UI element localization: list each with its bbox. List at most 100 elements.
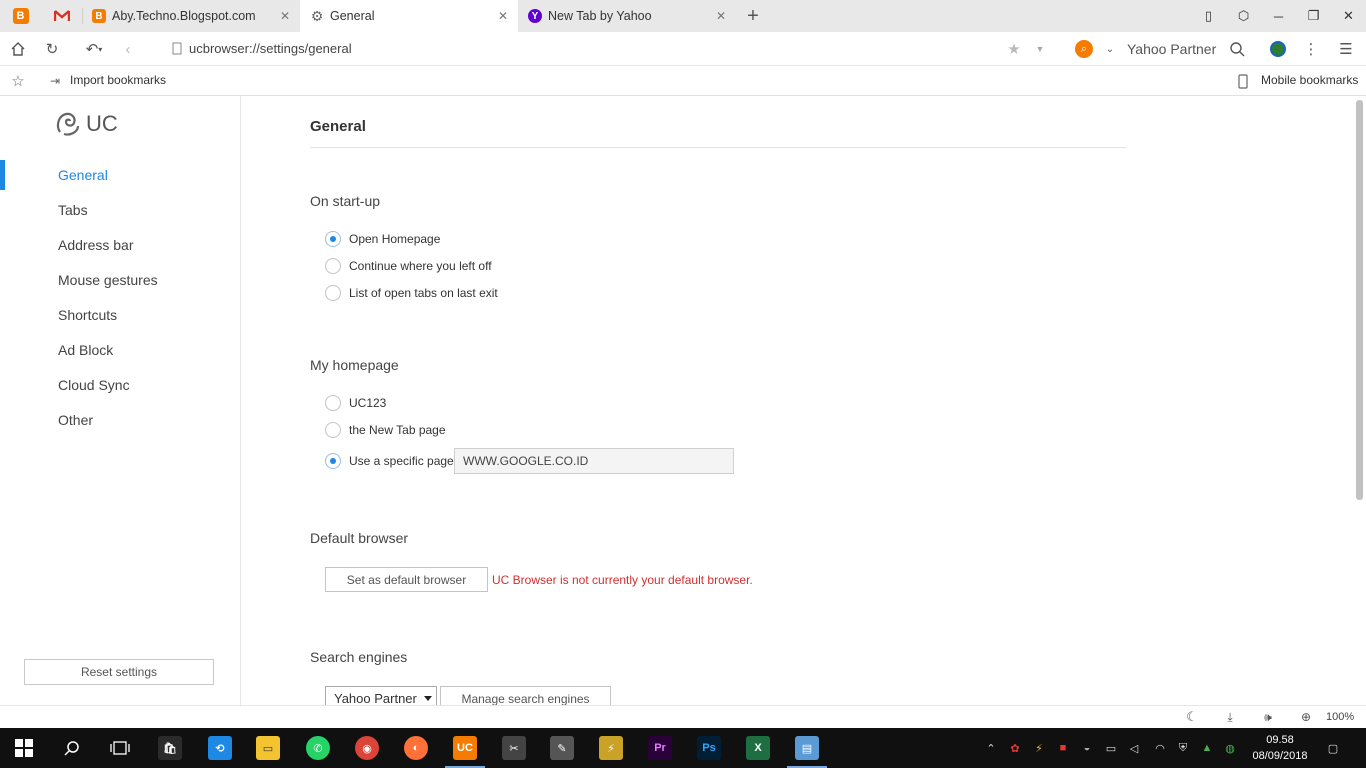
clock[interactable]: 09.58 08/09/2018 <box>1248 732 1312 764</box>
page-info-icon[interactable] <box>172 42 182 55</box>
download-icon[interactable]: ⤓ <box>1220 707 1240 727</box>
page-scrollbar[interactable] <box>1353 96 1366 705</box>
tray-app-icon[interactable]: ■ <box>1055 740 1071 756</box>
radio-button[interactable] <box>325 395 341 411</box>
startup-option-continue[interactable]: Continue where you left off <box>325 258 492 274</box>
notepad-icon[interactable]: ▤ <box>795 736 819 760</box>
extensions-icon[interactable]: ⬡ <box>1226 0 1261 32</box>
bookmark-star-icon[interactable]: ★ <box>1004 39 1024 59</box>
zoom-level[interactable]: 100% <box>1326 711 1354 723</box>
homepage-option-uc123[interactable]: UC123 <box>325 395 386 411</box>
import-bookmarks-link[interactable]: Import bookmarks <box>70 73 166 87</box>
new-tab-button[interactable]: + <box>736 0 770 32</box>
uc-logo: UC <box>54 110 118 138</box>
sidebar-item-cloud-sync[interactable]: Cloud Sync <box>0 370 240 400</box>
chevron-down-icon[interactable]: ⌄ <box>1100 39 1120 59</box>
startup-option-tab-list[interactable]: List of open tabs on last exit <box>325 285 498 301</box>
editor-app-icon[interactable]: ⚡ <box>599 736 623 760</box>
sidebar-item-shortcuts[interactable]: Shortcuts <box>0 300 240 330</box>
gmail-icon <box>53 10 70 21</box>
volume-icon[interactable]: ◁ <box>1126 740 1142 756</box>
manage-search-engines-button[interactable]: Manage search engines <box>440 686 611 705</box>
radio-button[interactable] <box>325 285 341 301</box>
close-tab-icon[interactable]: ✕ <box>280 9 290 23</box>
tray-app-icon[interactable]: ◍ <box>1222 740 1238 756</box>
tab-yahoo[interactable]: Y New Tab by Yahoo ✕ <box>518 0 736 32</box>
task-view-icon[interactable] <box>108 736 132 760</box>
volume-icon[interactable]: 🕪 <box>1258 707 1278 727</box>
radio-label: UC123 <box>349 396 387 410</box>
bookmarks-star-icon[interactable]: ☆ <box>8 71 28 91</box>
tab-settings-general[interactable]: ⚙ General ✕ <box>300 0 518 32</box>
bookmark-dropdown-icon[interactable]: ▼ <box>1030 39 1050 59</box>
sidebar-item-other[interactable]: Other <box>0 405 240 435</box>
store-icon[interactable]: 🛍 <box>158 736 182 760</box>
close-tab-icon[interactable]: ✕ <box>716 9 726 23</box>
hamburger-menu-icon[interactable]: ☰ <box>1336 39 1356 59</box>
tab-blogspot[interactable]: B Aby.Techno.Blogspot.com ✕ <box>82 0 300 32</box>
photoshop-icon[interactable]: Ps <box>697 736 721 760</box>
uc-browser-icon[interactable]: UC <box>453 736 477 760</box>
sidebar-item-ad-block[interactable]: Ad Block <box>0 335 240 365</box>
tray-app-icon[interactable]: ✿ <box>1007 740 1023 756</box>
blogger-icon: B <box>92 9 106 23</box>
back-icon[interactable]: ‹ <box>118 39 138 59</box>
homepage-option-new-tab[interactable]: the New Tab page <box>325 422 446 438</box>
homepage-url-input[interactable] <box>454 448 734 474</box>
tray-app-icon[interactable]: ⚡ <box>1031 740 1047 756</box>
premiere-icon[interactable]: Pr <box>648 736 672 760</box>
mobile-bookmarks-link[interactable]: Mobile bookmarks <box>1261 73 1358 87</box>
sidebar-item-address-bar[interactable]: Address bar <box>0 230 240 260</box>
notifications-icon[interactable]: ▢ <box>1325 740 1341 756</box>
search-icon[interactable] <box>60 736 84 760</box>
excel-icon[interactable]: X <box>746 736 770 760</box>
homepage-option-specific[interactable]: Use a specific page <box>325 453 454 469</box>
whatsapp-icon[interactable]: ✆ <box>306 736 330 760</box>
radio-button[interactable] <box>325 422 341 438</box>
chevron-up-icon[interactable]: ⌃ <box>983 740 999 756</box>
more-menu-icon[interactable]: ⋮ <box>1301 39 1321 59</box>
night-mode-icon[interactable]: ☾ <box>1182 707 1202 727</box>
defender-icon[interactable]: ⛨ <box>1175 740 1191 756</box>
battery-icon[interactable]: ▭ <box>1103 740 1119 756</box>
sidebar-item-tabs[interactable]: Tabs <box>0 195 240 225</box>
file-explorer-icon[interactable]: ▭ <box>256 736 280 760</box>
search-engine-select[interactable]: Yahoo Partner <box>325 686 437 705</box>
startup-option-homepage[interactable]: Open Homepage <box>325 231 440 247</box>
sidebar-item-mouse-gestures[interactable]: Mouse gestures <box>0 265 240 295</box>
windows-start-icon[interactable] <box>12 736 36 760</box>
tab-title: New Tab by Yahoo <box>548 9 652 23</box>
reset-settings-button[interactable]: Reset settings <box>24 659 214 685</box>
chrome-icon[interactable]: ◉ <box>355 736 379 760</box>
radio-button[interactable] <box>325 258 341 274</box>
search-provider-label[interactable]: Yahoo Partner <box>1127 41 1216 57</box>
scrollbar-thumb[interactable] <box>1356 100 1363 500</box>
pinned-tab-blogger[interactable]: B <box>0 0 41 32</box>
search-icon[interactable] <box>1227 39 1247 59</box>
maximize-button[interactable]: ❐ <box>1296 0 1331 32</box>
firefox-icon[interactable]: ◐ <box>404 736 428 760</box>
teamviewer-icon[interactable]: ⟲ <box>208 736 232 760</box>
wifi-icon[interactable]: ◠ <box>1152 740 1168 756</box>
radio-button[interactable] <box>325 453 341 469</box>
close-tab-icon[interactable]: ✕ <box>498 9 508 23</box>
paint-app-icon[interactable]: ✎ <box>550 736 574 760</box>
minimize-button[interactable]: ─ <box>1261 0 1296 32</box>
home-icon[interactable] <box>8 39 28 59</box>
url-field[interactable]: ucbrowser://settings/general <box>189 41 352 56</box>
tray-app-icon[interactable]: ◒ <box>1079 740 1095 756</box>
tab-list-icon[interactable]: ▯ <box>1191 0 1226 32</box>
undo-close-tab-icon[interactable]: ↶ ▾ <box>80 39 108 59</box>
clock-date: 08/09/2018 <box>1252 750 1308 762</box>
extension-globe-icon[interactable] <box>1268 39 1288 59</box>
pinned-tab-gmail[interactable] <box>41 0 82 32</box>
set-default-browser-button[interactable]: Set as default browser <box>325 567 488 592</box>
close-window-button[interactable]: ✕ <box>1331 0 1366 32</box>
app-tool-icon[interactable]: ✂ <box>502 736 526 760</box>
search-engine-icon[interactable]: ⌕ <box>1074 39 1094 59</box>
radio-button[interactable] <box>325 231 341 247</box>
tray-app-icon[interactable]: ▲ <box>1199 740 1215 756</box>
zoom-icon[interactable]: ⊕ <box>1296 707 1316 727</box>
sidebar-item-general[interactable]: General <box>0 160 240 190</box>
reload-icon[interactable]: ↻ <box>42 39 62 59</box>
